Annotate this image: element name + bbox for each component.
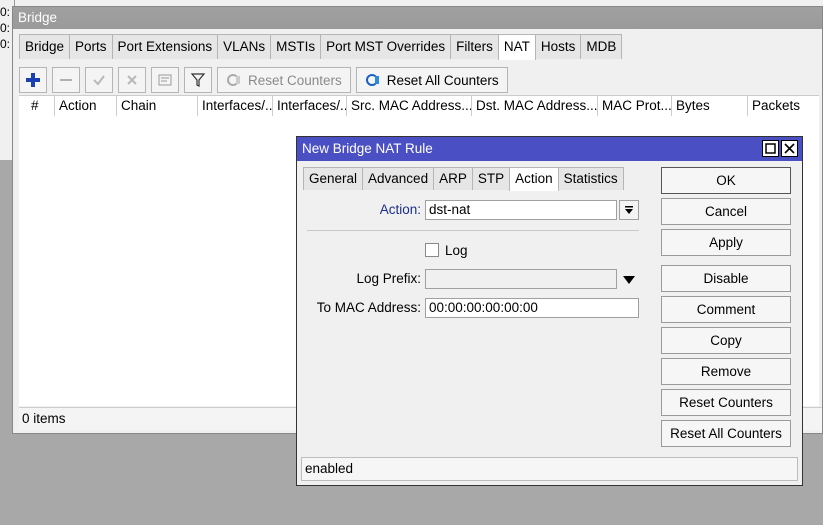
- tab-advanced[interactable]: Advanced: [362, 167, 435, 190]
- note-icon: [158, 74, 172, 86]
- reset-icon: [227, 74, 240, 86]
- to-mac-address-label: To MAC Address:: [316, 300, 421, 315]
- bridge-toolbar: Reset Counters Reset All Counters: [19, 66, 513, 94]
- log-prefix-dropdown-button[interactable]: [623, 273, 635, 288]
- plus-icon: [26, 73, 40, 87]
- action-dropdown-button[interactable]: [619, 200, 639, 220]
- disable-button[interactable]: Disable: [661, 265, 791, 292]
- maximize-icon: [765, 143, 776, 154]
- tab-nat[interactable]: NAT: [497, 34, 536, 60]
- action-label: Action:: [379, 202, 421, 217]
- dropdown-arrow-icon: [625, 206, 633, 214]
- minus-icon: [60, 79, 72, 81]
- add-button[interactable]: [19, 67, 47, 93]
- comment-button[interactable]: Comment: [661, 296, 791, 323]
- copy-button[interactable]: Copy: [661, 327, 791, 354]
- column-bytes[interactable]: Bytes: [672, 96, 748, 116]
- column-number[interactable]: #: [19, 96, 55, 116]
- comment-button[interactable]: [151, 67, 179, 93]
- tab-mstis[interactable]: MSTIs: [270, 34, 322, 59]
- column-out-interface[interactable]: Interfaces/...: [273, 96, 347, 116]
- column-chain[interactable]: Chain: [117, 96, 198, 116]
- close-icon: [784, 143, 795, 154]
- column-action[interactable]: Action: [55, 96, 117, 116]
- log-prefix-field[interactable]: [425, 269, 617, 289]
- tab-bridge[interactable]: Bridge: [19, 34, 71, 59]
- tab-ports[interactable]: Ports: [69, 34, 113, 59]
- log-prefix-label: Log Prefix:: [356, 271, 421, 286]
- bridge-tabs: Bridge Ports Port Extensions VLANs MSTIs…: [19, 34, 623, 60]
- close-button[interactable]: [781, 140, 798, 157]
- tab-mdb[interactable]: MDB: [580, 34, 623, 59]
- x-icon: [127, 75, 137, 85]
- reset-all-counters-button[interactable]: Reset All Counters: [661, 420, 791, 447]
- column-dst-mac[interactable]: Dst. MAC Address...: [472, 96, 598, 116]
- filter-icon: [190, 73, 206, 87]
- bridge-window-title: Bridge: [13, 7, 822, 29]
- tab-general[interactable]: General: [303, 167, 364, 190]
- dialog-status-bar: enabled: [301, 457, 798, 481]
- reset-all-icon: [365, 74, 379, 86]
- log-label: Log: [445, 243, 468, 258]
- enable-button[interactable]: [85, 67, 113, 93]
- maximize-button[interactable]: [762, 140, 779, 157]
- reset-counters-label: Reset Counters: [248, 72, 342, 88]
- tab-vlans[interactable]: VLANs: [217, 34, 272, 59]
- reset-all-counters-label: Reset All Counters: [386, 72, 499, 88]
- check-icon: [93, 75, 105, 86]
- remove-button[interactable]: [52, 67, 80, 93]
- tab-statistics[interactable]: Statistics: [557, 167, 624, 190]
- disable-button[interactable]: [118, 67, 146, 93]
- tab-port-mst-overrides[interactable]: Port MST Overrides: [320, 34, 452, 59]
- log-checkbox[interactable]: [425, 243, 439, 257]
- column-src-mac[interactable]: Src. MAC Address...: [347, 96, 472, 116]
- tab-stp[interactable]: STP: [471, 167, 511, 190]
- cancel-button[interactable]: Cancel: [661, 198, 791, 225]
- to-mac-address-field[interactable]: 00:00:00:00:00:00: [425, 298, 639, 318]
- tab-action[interactable]: Action: [509, 167, 559, 191]
- reset-all-counters-button[interactable]: Reset All Counters: [355, 67, 508, 93]
- column-mac-protocol[interactable]: MAC Prot...: [598, 96, 672, 116]
- apply-button[interactable]: Apply: [661, 229, 791, 256]
- column-in-interface[interactable]: Interfaces/...: [198, 96, 273, 116]
- reset-counters-button[interactable]: Reset Counters: [661, 389, 791, 416]
- dialog-tabs: General Advanced ARP STP Action Statisti…: [303, 167, 624, 191]
- dropdown-arrow-icon: [623, 276, 635, 284]
- ok-button[interactable]: OK: [661, 167, 791, 194]
- filter-button[interactable]: [184, 67, 212, 93]
- tab-filters[interactable]: Filters: [450, 34, 499, 59]
- reset-counters-button[interactable]: Reset Counters: [217, 67, 351, 93]
- action-tab-panel: Action: dst-nat Log Log Prefix: To MAC A…: [303, 191, 639, 441]
- dialog-title: New Bridge NAT Rule: [297, 137, 802, 161]
- section-divider: [307, 230, 639, 231]
- tab-arp[interactable]: ARP: [433, 167, 473, 190]
- tab-port-extensions[interactable]: Port Extensions: [111, 34, 219, 59]
- nat-table-header: # Action Chain Interfaces/... Interfaces…: [19, 95, 819, 117]
- remove-button[interactable]: Remove: [661, 358, 791, 385]
- column-packets[interactable]: Packets: [748, 96, 819, 116]
- action-select[interactable]: dst-nat: [425, 200, 617, 220]
- new-bridge-nat-rule-dialog: New Bridge NAT Rule General Advanced ARP…: [296, 136, 803, 486]
- tab-hosts[interactable]: Hosts: [534, 34, 582, 59]
